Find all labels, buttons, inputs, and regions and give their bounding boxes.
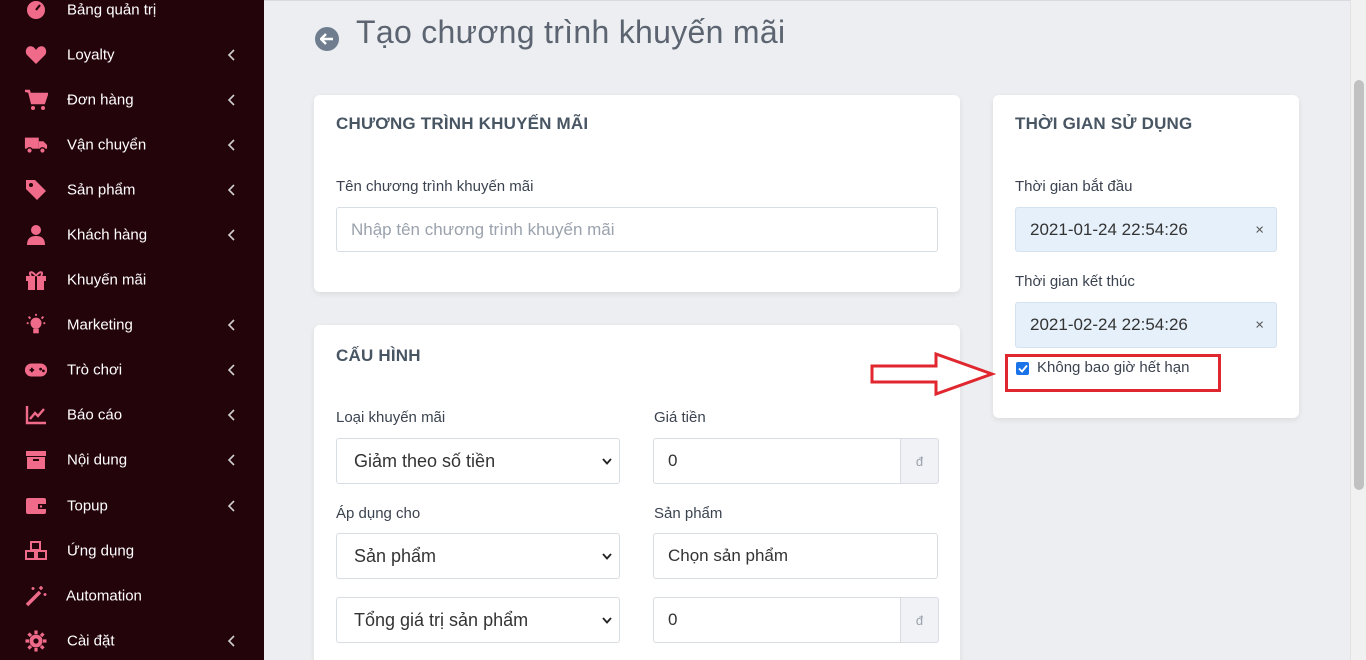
sidebar-item-marketing[interactable]: Marketing [0,302,264,347]
sidebar-item-label: Automation [66,587,142,604]
clear-start-icon[interactable]: × [1255,221,1264,238]
chevron-left-icon [224,318,238,332]
shopping-cart-icon [24,88,48,112]
end-time-value: 2021-02-24 22:54:26 [1030,315,1188,334]
apply-for-select[interactable]: Sản phẩm [336,533,620,579]
chevron-down-icon [601,550,613,562]
promo-type-value: Giảm theo số tiền [354,450,496,471]
user-icon [24,223,48,247]
sidebar-item-dashboard[interactable]: Bảng quản trị [0,0,264,32]
chevron-down-icon [601,455,613,467]
sidebar-item-automation[interactable]: Automation [0,573,264,618]
sidebar-item-reports[interactable]: Báo cáo [0,392,264,437]
chevron-left-icon [224,138,238,152]
condition-select[interactable]: Tổng giá trị sản phẩm [336,597,620,643]
gamepad-icon [24,358,48,382]
annotation-arrow-icon [870,351,997,403]
start-time-input[interactable]: 2021-01-24 22:54:26 × [1015,207,1277,252]
sidebar-item-label: Bảng quản trị [67,1,157,18]
config-card-title: CẤU HÌNH [336,346,421,365]
clear-end-icon[interactable]: × [1255,317,1264,334]
sidebar-item-label: Vận chuyển [67,136,147,153]
gear-icon [24,629,48,653]
sidebar-item-loyalty[interactable]: Loyalty [0,32,264,77]
time-card-title: THỜI GIAN SỬ DỤNG [1015,114,1193,133]
chevron-left-icon [224,363,238,377]
chevron-left-icon [224,48,238,62]
sidebar-item-label: Sản phẩm [67,181,136,198]
wallet-icon [24,494,48,518]
sidebar-item-promotions[interactable]: Khuyến mãi [0,257,264,302]
start-time-value: 2021-01-24 22:54:26 [1030,219,1188,239]
back-button[interactable] [315,27,339,51]
sidebar-item-label: Cài đặt [67,632,115,649]
sidebar-item-products[interactable]: Sản phẩm [0,167,264,212]
condition-amount-input[interactable] [653,597,901,643]
chevron-left-icon [224,228,238,242]
page-title: Tạo chương trình khuyến mãi [356,14,786,50]
condition-currency-addon: đ [901,597,939,643]
sidebar-item-topup[interactable]: Topup [0,483,264,528]
sidebar-item-label: Nội dung [67,451,128,468]
chevron-left-icon [224,408,238,422]
lightbulb-icon [24,313,48,337]
product-label: Sản phẩm [654,505,723,522]
price-label: Giá tiền [654,409,706,426]
chart-line-icon [24,403,48,427]
archive-box-icon [24,448,48,472]
annotation-highlight-box [1005,354,1221,392]
sidebar-item-label: Ứng dụng [67,542,135,559]
program-name-label: Tên chương trình khuyến mãi [336,178,534,195]
sidebar-item-label: Đơn hàng [67,91,134,108]
chevron-left-icon [224,499,238,513]
promo-type-select[interactable]: Giảm theo số tiền [336,438,620,484]
sidebar-item-label: Khách hàng [67,226,148,243]
truck-icon [24,133,48,157]
sidebar-item-apps[interactable]: Ứng dụng [0,528,264,573]
chevron-left-icon [224,183,238,197]
sidebar-item-settings[interactable]: Cài đặt [0,618,264,660]
magic-wand-icon [24,584,48,608]
product-input[interactable] [653,533,938,579]
condition-value: Tổng giá trị sản phẩm [354,609,529,630]
sidebar: Bảng quản trị Loyalty Đơn hàng Vận chuyể… [0,0,264,660]
sidebar-item-label: Marketing [67,316,133,333]
end-time-label: Thời gian kết thúc [1015,273,1135,290]
program-name-input[interactable] [336,207,938,252]
scrollbar-thumb[interactable] [1354,80,1364,490]
sidebar-item-content[interactable]: Nội dung [0,437,264,482]
program-card-title: CHƯƠNG TRÌNH KHUYẾN MÃI [336,114,589,133]
chevron-left-icon [224,634,238,648]
sidebar-item-games[interactable]: Trò chơi [0,347,264,392]
sidebar-item-label: Khuyến mãi [67,271,147,288]
price-input[interactable] [653,438,901,484]
chevron-left-icon [224,93,238,107]
sidebar-item-label: Topup [67,497,108,514]
chevron-down-icon [601,614,613,626]
sidebar-item-customers[interactable]: Khách hàng [0,212,264,257]
apply-for-value: Sản phẩm [354,545,437,566]
tag-icon [24,178,48,202]
gift-icon [24,268,48,292]
cubes-icon [24,539,48,563]
sidebar-item-label: Báo cáo [67,406,123,423]
sidebar-item-shipping[interactable]: Vận chuyển [0,122,264,167]
end-time-input[interactable]: 2021-02-24 22:54:26 × [1015,302,1277,348]
sidebar-item-orders[interactable]: Đơn hàng [0,77,264,122]
sidebar-item-label: Loyalty [67,46,115,63]
vertical-scrollbar[interactable] [1350,0,1366,660]
chevron-left-icon [224,453,238,467]
apply-for-label: Áp dụng cho [336,505,421,522]
currency-addon: đ [901,438,939,484]
start-time-label: Thời gian bắt đầu [1015,178,1133,195]
sidebar-item-label: Trò chơi [67,361,123,378]
dashboard-gauge-icon [24,0,48,22]
heart-icon [24,43,48,67]
promo-type-label: Loại khuyến mãi [336,409,446,426]
arrow-left-icon [320,33,334,45]
